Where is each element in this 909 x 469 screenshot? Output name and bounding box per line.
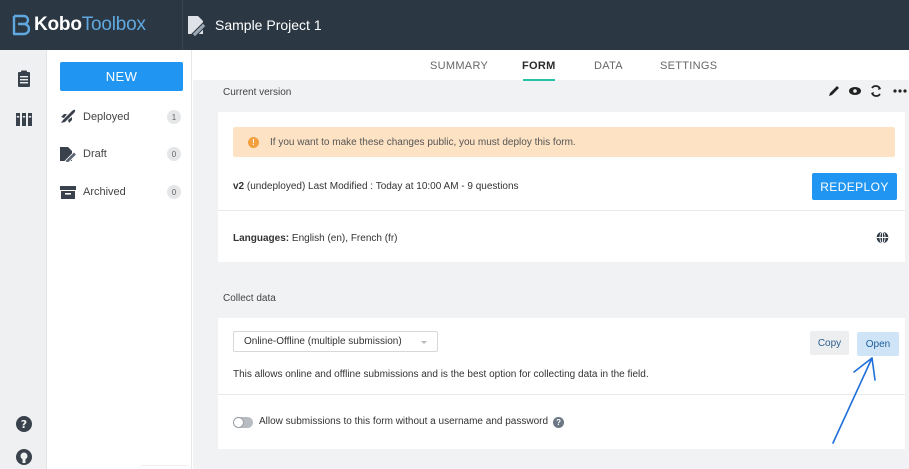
collect-data-label: Collect data [223, 293, 276, 304]
sidebar-item-label: Deployed [83, 111, 130, 123]
draft-count-badge: 0 [167, 147, 181, 161]
logo-text-bold: Kobo [34, 14, 82, 35]
anonymous-submissions-row: Allow submissions to this form without a… [259, 416, 565, 428]
icon-rail: ? [0, 50, 47, 469]
current-version-label: Current version [223, 87, 292, 98]
rocket-icon [61, 109, 76, 123]
collect-method-description: This allows online and offline submissio… [233, 369, 649, 380]
tab-settings[interactable]: SETTINGS [660, 60, 717, 72]
version-meta: (undeployed) Last Modified : Today at 10… [244, 181, 519, 192]
svg-text:?: ? [21, 418, 27, 431]
version-number: v2 [233, 181, 245, 192]
project-tabs: SUMMARY FORM DATA SETTINGS [193, 50, 909, 81]
redeploy-button[interactable]: REDEPLOY [812, 173, 897, 200]
languages-value: English (en), French (fr) [289, 233, 398, 244]
sidebar-item-draft[interactable]: Draft 0 [59, 144, 184, 164]
active-tab-indicator [523, 79, 555, 81]
collect-method-select[interactable]: Online-Offline (multiple submission) [233, 331, 438, 352]
project-title: Sample Project 1 [215, 17, 322, 33]
logo-text-light: Toolbox [81, 14, 146, 35]
library-icon[interactable] [15, 110, 33, 128]
kobotoolbox-logo[interactable]: Kobo Toolbox [10, 13, 146, 37]
deployed-count-badge: 1 [167, 110, 181, 124]
anonymous-submissions-toggle[interactable] [233, 417, 253, 428]
current-version-card: ! If you want to make these changes publ… [218, 112, 905, 262]
sidebar-item-archived[interactable]: Archived 0 [59, 182, 184, 202]
replace-form-icon[interactable] [869, 84, 883, 98]
help-icon[interactable]: ? [15, 415, 33, 433]
tab-data[interactable]: DATA [594, 60, 623, 72]
toggle-knob [233, 417, 244, 428]
alert-text: If you want to make these changes public… [270, 136, 576, 148]
new-project-button[interactable]: NEW [60, 62, 183, 91]
sidebar-footer [139, 465, 191, 469]
version-info: v2 (undeployed) Last Modified : Today at… [233, 181, 519, 192]
card-divider [218, 394, 905, 395]
preview-eye-icon[interactable] [848, 84, 862, 98]
topbar-divider [182, 0, 183, 50]
translations-globe-icon[interactable] [876, 231, 889, 244]
languages-info: Languages: English (en), French (fr) [233, 233, 398, 244]
edit-pencil-icon[interactable] [827, 84, 841, 98]
collect-method-value: Online-Offline (multiple submission) [244, 336, 402, 347]
help-question-icon[interactable]: ? [553, 417, 565, 428]
kobo-logo-icon [12, 14, 30, 36]
warning-icon: ! [248, 136, 259, 148]
tab-summary[interactable]: SUMMARY [430, 60, 488, 72]
anonymous-submissions-label: Allow submissions to this form without a… [259, 416, 549, 427]
deploy-warning-alert: ! If you want to make these changes publ… [233, 127, 895, 157]
forms-icon[interactable] [15, 70, 33, 88]
project-draft-icon [188, 16, 207, 37]
sidebar-item-label: Archived [83, 186, 126, 198]
annotation-arrow-icon [832, 357, 876, 444]
top-bar: Kobo Toolbox Sample Project 1 [0, 0, 909, 50]
chevron-down-icon [421, 341, 427, 344]
sidebar: NEW Deployed 1 Draft 0 Archived 0 [47, 50, 192, 469]
main-content: SUMMARY FORM DATA SETTINGS Current versi… [193, 50, 909, 469]
more-options-icon[interactable] [892, 84, 908, 98]
archived-count-badge: 0 [167, 185, 181, 199]
collect-data-card: Online-Offline (multiple submission) Cop… [218, 318, 905, 449]
archive-icon [60, 186, 76, 199]
languages-label: Languages: [233, 233, 290, 244]
draft-icon [60, 147, 77, 162]
sidebar-item-deployed[interactable]: Deployed 1 [59, 107, 184, 127]
sidebar-item-label: Draft [83, 148, 107, 160]
tab-form[interactable]: FORM [522, 60, 556, 72]
github-icon[interactable] [15, 448, 33, 466]
card-divider [218, 210, 905, 211]
